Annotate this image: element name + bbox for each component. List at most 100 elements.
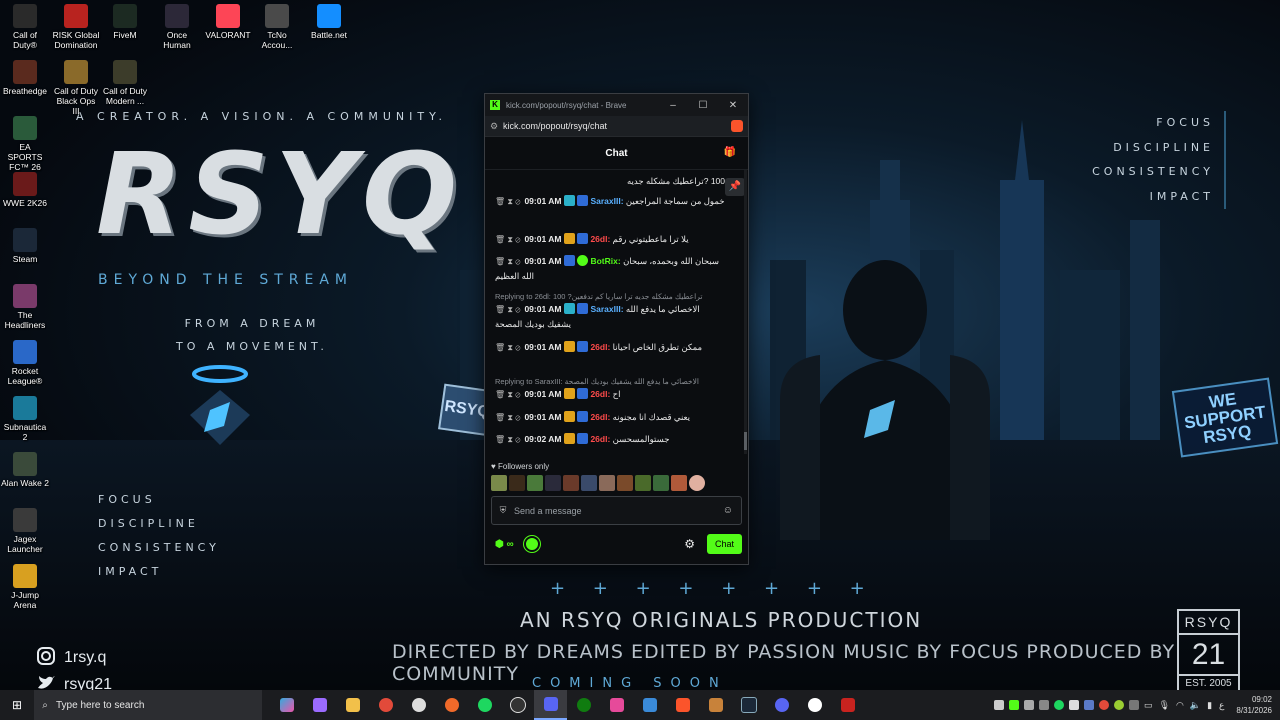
- taskbar-app-google[interactable]: [798, 690, 831, 720]
- mod-actions-icon[interactable]: 🗑 ⧗ ⊘: [495, 435, 520, 444]
- mod-actions-icon[interactable]: 🗑 ⧗ ⊘: [495, 390, 520, 399]
- search-placeholder[interactable]: Type here to search: [56, 700, 144, 711]
- desktop-icon[interactable]: Call of Duty®: [1, 4, 49, 50]
- taskbar-app-risk[interactable]: [831, 690, 864, 720]
- window-titlebar[interactable]: K kick.com/popout/rsyq/chat - Brave – ☐ …: [485, 94, 748, 116]
- message-username[interactable]: 26dl:: [590, 434, 610, 444]
- wifi-icon[interactable]: ◠: [1176, 700, 1184, 711]
- message-input-placeholder[interactable]: Send a message: [514, 506, 582, 516]
- mod-actions-icon[interactable]: 🗑 ⧗ ⊘: [495, 343, 520, 352]
- message-username[interactable]: SaraxIII:: [590, 196, 623, 206]
- taskbar-app-monitor[interactable]: [633, 690, 666, 720]
- taskbar-app-overwolf[interactable]: [435, 690, 468, 720]
- desktop-icon[interactable]: Rocket League®: [1, 340, 49, 386]
- kick-coin-icon[interactable]: [523, 536, 540, 552]
- mod-actions-icon[interactable]: 🗑 ⧗ ⊘: [495, 235, 520, 244]
- settings-gear-icon[interactable]: ⚙: [684, 537, 695, 551]
- message-username[interactable]: 26dl:: [590, 342, 610, 352]
- desktop-icon[interactable]: Call of Duty Modern ...: [101, 60, 149, 106]
- emote[interactable]: [671, 475, 687, 491]
- chat-scrollbar[interactable]: [744, 170, 747, 454]
- network-icon[interactable]: ▭: [1144, 700, 1153, 711]
- taskbar-app-chrome[interactable]: [369, 690, 402, 720]
- url-text[interactable]: kick.com/popout/rsyq/chat: [503, 121, 607, 131]
- tray-icon[interactable]: [1128, 700, 1139, 710]
- channel-points[interactable]: ⬢ ∞: [495, 539, 514, 550]
- desktop-icon[interactable]: Breathedge: [1, 60, 49, 96]
- site-settings-icon[interactable]: ⚙: [485, 121, 503, 132]
- desktop-icon[interactable]: FiveM: [101, 4, 149, 40]
- volume-icon[interactable]: 🔈: [1190, 700, 1201, 711]
- emote[interactable]: [491, 475, 507, 491]
- pin-icon[interactable]: 📌: [725, 178, 745, 196]
- tray-icon[interactable]: [1113, 700, 1124, 710]
- shield-icon[interactable]: ⛨: [492, 505, 514, 516]
- taskbar-app-copilot[interactable]: [270, 690, 303, 720]
- message-username[interactable]: BotRix:: [590, 256, 620, 266]
- gift-icon[interactable]: 🎁: [724, 147, 736, 158]
- message-input[interactable]: ⛨ Send a message ☺: [491, 496, 742, 525]
- tray-icon[interactable]: [1008, 700, 1019, 710]
- address-bar[interactable]: ⚙ kick.com/popout/rsyq/chat: [485, 116, 748, 137]
- tray-icon[interactable]: [1023, 700, 1034, 710]
- mod-actions-icon[interactable]: 🗑 ⧗ ⊘: [495, 305, 520, 314]
- taskbar-app-gamepad[interactable]: [303, 690, 336, 720]
- tray-icon[interactable]: [1098, 700, 1109, 710]
- message-username[interactable]: 26dl:: [590, 389, 610, 399]
- battery-icon[interactable]: ▮: [1207, 700, 1212, 711]
- emote[interactable]: [617, 475, 633, 491]
- tray-icon[interactable]: [993, 700, 1004, 710]
- taskbar-app-steam[interactable]: [732, 690, 765, 720]
- chat-messages[interactable]: 100 ?تراعطيك مشكله جديه 🗑 ⧗ ⊘ 09:01 AM Sar…: [485, 170, 743, 454]
- desktop-icon[interactable]: Subnautica 2: [1, 396, 49, 442]
- tray-icon[interactable]: [1038, 700, 1049, 710]
- emote[interactable]: [689, 475, 705, 491]
- brave-shields-icon[interactable]: [731, 120, 743, 132]
- mod-actions-icon[interactable]: 🗑 ⧗ ⊘: [495, 197, 520, 206]
- send-chat-button[interactable]: Chat: [706, 534, 742, 554]
- microphone-icon[interactable]: 🎙: [1159, 700, 1170, 711]
- taskbar-app-game[interactable]: [699, 690, 732, 720]
- taskbar-app-steelseries[interactable]: [402, 690, 435, 720]
- tray-icon[interactable]: [1068, 700, 1079, 710]
- taskbar-app-brave[interactable]: [666, 690, 699, 720]
- desktop-icon[interactable]: Call of Duty Black Ops III: [52, 60, 100, 116]
- emote[interactable]: [545, 475, 561, 491]
- emote[interactable]: [635, 475, 651, 491]
- desktop-icon[interactable]: RISK Global Domination: [52, 4, 100, 50]
- taskbar-app-spotify[interactable]: [468, 690, 501, 720]
- desktop-icon[interactable]: EA SPORTS FC™ 26: [1, 116, 49, 172]
- desktop-icon[interactable]: Jagex Launcher: [1, 508, 49, 554]
- taskbar-app-discord[interactable]: [765, 690, 798, 720]
- desktop-icon[interactable]: Battle.net: [305, 4, 353, 40]
- emoji-icon[interactable]: ☺: [723, 505, 733, 516]
- taskbar-app-app[interactable]: [600, 690, 633, 720]
- close-button[interactable]: ✕: [718, 100, 748, 111]
- emote[interactable]: [509, 475, 525, 491]
- scrollbar-thumb[interactable]: [744, 432, 747, 450]
- message-username[interactable]: 26dl:: [590, 234, 610, 244]
- tray-icon[interactable]: [1053, 700, 1064, 710]
- language-indicator[interactable]: ع: [1219, 700, 1224, 711]
- mod-actions-icon[interactable]: 🗑 ⧗ ⊘: [495, 257, 520, 266]
- maximize-button[interactable]: ☐: [688, 100, 718, 111]
- emote[interactable]: [581, 475, 597, 491]
- desktop-icon[interactable]: Steam: [1, 228, 49, 264]
- desktop-icon[interactable]: VALORANT: [204, 4, 252, 40]
- desktop-icon[interactable]: WWE 2K26: [1, 172, 49, 208]
- taskbar-app-discord-active[interactable]: [534, 690, 567, 720]
- taskbar-app-obs[interactable]: [501, 690, 534, 720]
- taskbar-clock[interactable]: 09:02 8/31/2026: [1236, 694, 1272, 716]
- taskbar-app-file-explorer[interactable]: [336, 690, 369, 720]
- emote[interactable]: [599, 475, 615, 491]
- taskbar-app-xbox[interactable]: [567, 690, 600, 720]
- desktop-icon[interactable]: J-Jump Arena: [1, 564, 49, 610]
- desktop-icon[interactable]: The Headliners: [1, 284, 49, 330]
- taskbar-search[interactable]: ⌕ Type here to search: [34, 690, 262, 720]
- start-button[interactable]: ⊞: [0, 698, 34, 712]
- tray-icon[interactable]: [1083, 700, 1094, 710]
- desktop-icon[interactable]: Alan Wake 2: [1, 452, 49, 488]
- emote[interactable]: [563, 475, 579, 491]
- minimize-button[interactable]: –: [658, 100, 688, 111]
- mod-actions-icon[interactable]: 🗑 ⧗ ⊘: [495, 413, 520, 422]
